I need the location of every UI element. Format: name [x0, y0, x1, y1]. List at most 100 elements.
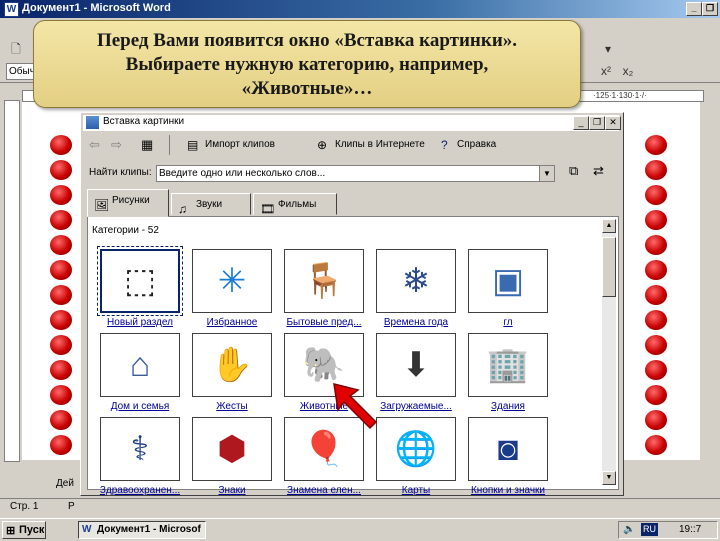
- buildings-icon: 🏢: [486, 346, 530, 384]
- category-label[interactable]: Знаки: [182, 485, 282, 496]
- heart-border-left: [50, 135, 74, 460]
- taskbar: ⊞ Пуск W Документ1 - Microsof 🔈 RU 19::7: [0, 518, 720, 541]
- frame-icon: ▣: [491, 262, 525, 300]
- toolbar-dropdown-icon[interactable]: ▾: [600, 41, 616, 57]
- forward-icon[interactable]: ⇨: [111, 137, 122, 153]
- copy-icon[interactable]: ⧉: [569, 163, 578, 179]
- toolbar-separator: [169, 135, 170, 155]
- heart-icon: [645, 385, 667, 405]
- insert-picture-dialog: Вставка картинки _ ❐ ✕ ⇦ ⇨ ▦ ▤ Импорт кл…: [80, 112, 624, 496]
- minimize-button[interactable]: _: [686, 2, 702, 16]
- pointer-arrow-icon: [333, 382, 378, 430]
- import-clips-button[interactable]: Импорт клипов: [205, 139, 275, 150]
- new-document-icon[interactable]: 🗋: [8, 41, 24, 57]
- word-app-icon: W: [4, 2, 19, 17]
- heart-icon: [50, 135, 72, 155]
- category-label[interactable]: Новый раздел: [90, 317, 190, 328]
- category-label[interactable]: Времена года: [366, 317, 466, 328]
- category-tile[interactable]: ✋: [192, 333, 272, 397]
- category-label[interactable]: Карты: [366, 485, 466, 496]
- hand-icon: ✋: [210, 346, 254, 384]
- callout-line-3: «Животные»…: [241, 78, 373, 99]
- heart-icon: [50, 210, 72, 230]
- category-tile[interactable]: 🪑: [284, 249, 364, 313]
- vertical-scrollbar[interactable]: ▲ ▼: [602, 219, 616, 485]
- tab-sounds[interactable]: ♫ Звуки: [171, 193, 251, 216]
- heart-icon: [50, 435, 72, 455]
- instruction-callout: Перед Вами появится окно «Вставка картин…: [33, 20, 581, 108]
- caduceus-icon: ⚕: [130, 430, 150, 468]
- start-label: Пуск: [19, 524, 45, 536]
- windows-logo-icon: ⊞: [6, 525, 16, 537]
- category-label[interactable]: Бытовые пред...: [274, 317, 374, 328]
- heart-icon: [645, 435, 667, 455]
- heart-icon: [50, 260, 72, 280]
- search-dropdown-button[interactable]: ▼: [539, 165, 555, 182]
- all-categories-icon[interactable]: ▦: [141, 137, 153, 153]
- speaker-icon[interactable]: 🔈: [623, 522, 635, 538]
- superscript-icon[interactable]: x²: [598, 63, 614, 79]
- category-tile[interactable]: ❄: [376, 249, 456, 313]
- category-tile[interactable]: 🌐: [376, 417, 456, 481]
- search-input[interactable]: Введите одно или несколько слов...: [156, 165, 540, 182]
- back-icon[interactable]: ⇦: [89, 137, 100, 153]
- heart-border-right: [645, 135, 669, 460]
- category-tile[interactable]: 🏢: [468, 333, 548, 397]
- subscript-icon[interactable]: x₂: [620, 63, 636, 79]
- heart-icon: [645, 285, 667, 305]
- category-label[interactable]: гл: [458, 317, 558, 328]
- category-tile[interactable]: ⬇: [376, 333, 456, 397]
- heart-icon: [645, 235, 667, 255]
- category-tile[interactable]: ◙: [468, 417, 548, 481]
- restore-button[interactable]: ❐: [702, 2, 718, 16]
- heart-icon: [50, 360, 72, 380]
- category-tile[interactable]: ✳: [192, 249, 272, 313]
- category-tile[interactable]: ⬚: [97, 246, 183, 316]
- heart-icon: [645, 360, 667, 380]
- category-tile[interactable]: ▣: [468, 249, 548, 313]
- download-icon: ⬇: [401, 346, 431, 384]
- tab-movies[interactable]: 🎞 Фильмы: [253, 193, 337, 216]
- web-clips-icon: ⊕: [317, 138, 328, 152]
- category-label[interactable]: Избранное: [182, 317, 282, 328]
- callout-line-2: Выбираете нужную категорию, например,: [125, 54, 489, 75]
- category-label[interactable]: Жесты: [182, 401, 282, 412]
- category-tile[interactable]: ⚕: [100, 417, 180, 481]
- tab-movies-label: Фильмы: [278, 199, 317, 210]
- word-status-bar: Стр. 1 Р: [0, 498, 720, 515]
- dialog-minimize-button[interactable]: _: [573, 116, 589, 130]
- category-tile[interactable]: ⌂: [100, 333, 180, 397]
- category-label[interactable]: Дом и семья: [90, 401, 190, 412]
- heart-icon: [645, 135, 667, 155]
- callout-line-1: Перед Вами появится окно «Вставка картин…: [96, 30, 518, 51]
- category-label[interactable]: Знамена елен...: [274, 485, 374, 496]
- system-tray: 🔈 RU 19::7: [618, 521, 718, 539]
- category-label[interactable]: Кнопки и значки: [458, 485, 558, 496]
- new-folder-icon: ⬚: [123, 262, 157, 300]
- category-label[interactable]: Здравоохранен...: [90, 485, 190, 496]
- help-button[interactable]: Справка: [457, 139, 496, 150]
- web-clips-button[interactable]: Клипы в Интернете: [335, 139, 425, 150]
- dialog-close-button[interactable]: ✕: [605, 116, 621, 130]
- tab-pictures[interactable]: 🖼 Рисунки: [87, 189, 169, 217]
- scroll-up-button[interactable]: ▲: [602, 219, 616, 233]
- heart-icon: [645, 335, 667, 355]
- scroll-down-button[interactable]: ▼: [602, 471, 616, 485]
- category-label[interactable]: Здания: [458, 401, 558, 412]
- language-indicator[interactable]: RU: [641, 523, 658, 536]
- drawing-menu-partial[interactable]: Дей: [56, 478, 74, 489]
- taskbar-word-button[interactable]: W Документ1 - Microsof: [78, 521, 206, 539]
- word-title: Документ1 - Microsoft Word: [22, 2, 171, 14]
- dialog-restore-button[interactable]: ❐: [589, 116, 605, 130]
- heart-icon: [50, 385, 72, 405]
- start-button[interactable]: ⊞ Пуск: [2, 521, 46, 539]
- help-icon: ?: [441, 138, 448, 152]
- star-icon: ✳: [217, 262, 247, 300]
- clock: 19::7: [679, 524, 702, 535]
- category-tile[interactable]: ⬢: [192, 417, 272, 481]
- dialog-title: Вставка картинки: [103, 116, 185, 127]
- change-view-icon[interactable]: ⇄: [593, 163, 604, 179]
- scroll-thumb[interactable]: [602, 237, 616, 297]
- tab-sounds-label: Звуки: [196, 199, 223, 210]
- tab-pictures-label: Рисунки: [112, 195, 150, 206]
